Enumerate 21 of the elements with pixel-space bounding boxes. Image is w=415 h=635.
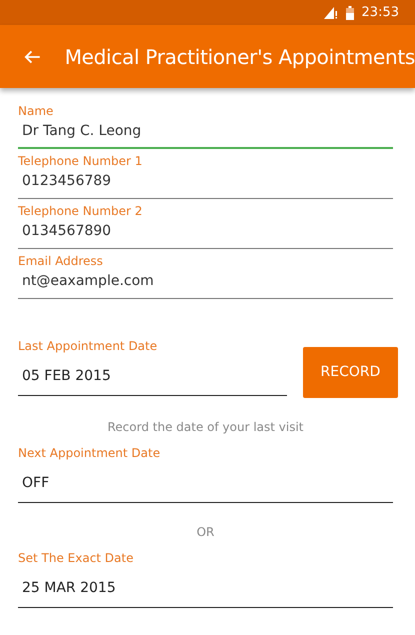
date-field[interactable]: OFF <box>18 460 393 503</box>
field-label: Set The Exact Date <box>18 551 134 565</box>
field-label: Telephone Number 1 <box>18 154 144 168</box>
date-field[interactable]: 05 FEB 2015 <box>18 353 287 396</box>
battery-icon <box>346 6 354 20</box>
signal-icon <box>324 6 338 18</box>
input-field[interactable]: 0134567890 <box>18 218 393 249</box>
field-label: Telephone Number 2 <box>18 204 144 218</box>
input-field[interactable]: nt@eaxample.com <box>18 268 393 299</box>
field-label: Name <box>18 104 54 118</box>
date-field[interactable]: 25 MAR 2015 <box>18 565 393 608</box>
back-arrow-icon[interactable] <box>24 48 41 64</box>
field-label: Next Appointment Date <box>18 446 162 460</box>
field-label: Last Appointment Date <box>18 339 158 353</box>
input-field[interactable]: Dr Tang C. Leong <box>18 118 393 149</box>
clock: 23:53 <box>362 4 399 22</box>
hint-text: Record the date of your last visit <box>107 420 304 434</box>
field-label: Email Address <box>18 254 104 268</box>
separator-text: OR <box>196 525 214 539</box>
screen-title: Medical Practitioner's Appointments <box>64 44 415 70</box>
input-field[interactable]: 0123456789 <box>18 168 393 199</box>
